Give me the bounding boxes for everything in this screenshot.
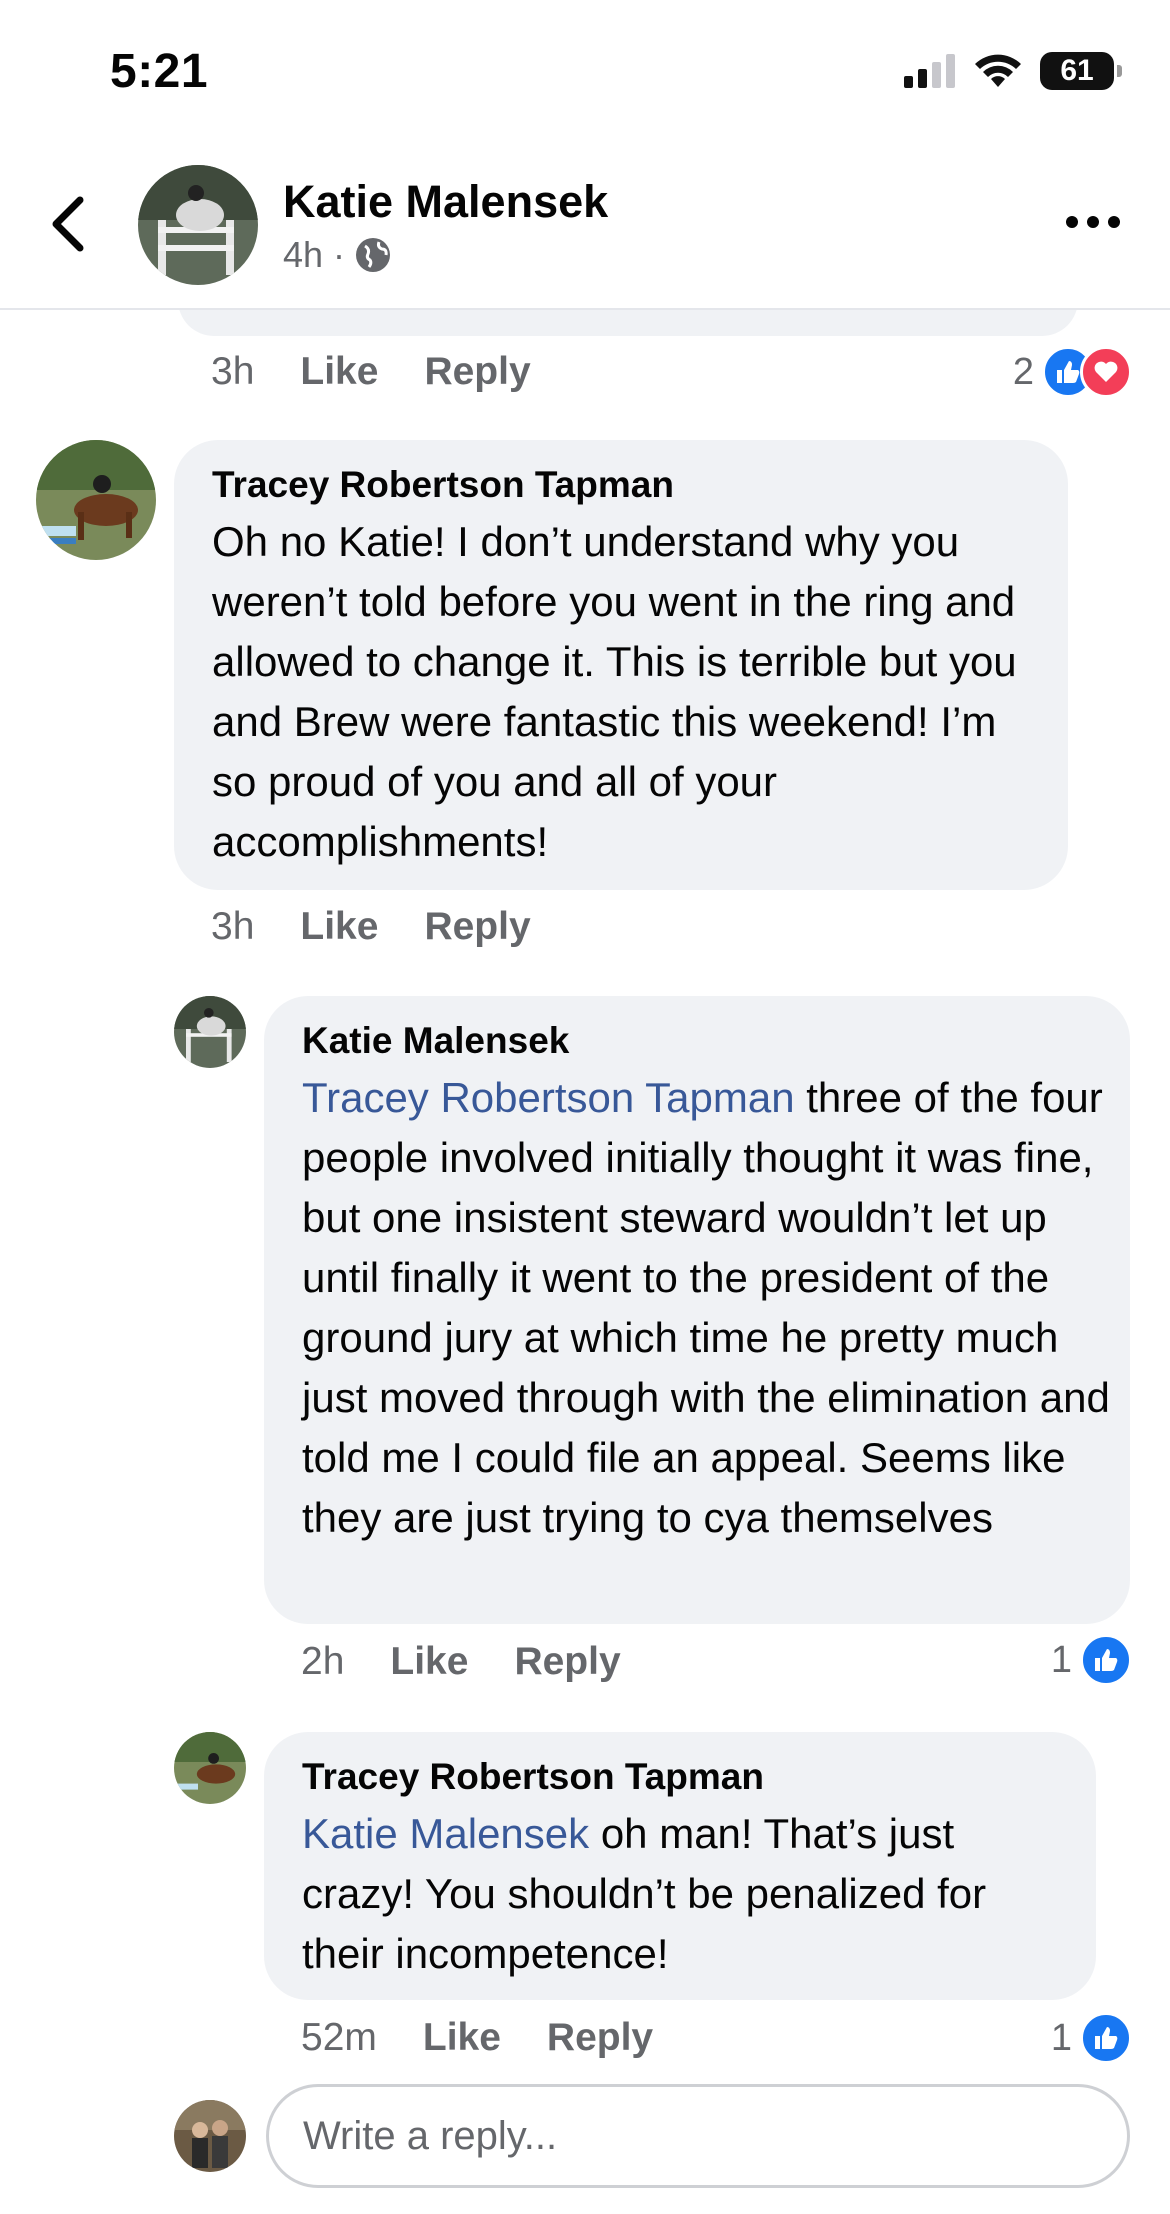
comment-bubble: Tracey Robertson Tapman Katie Malensek o…: [264, 1732, 1096, 2000]
mention-link[interactable]: Katie Malensek: [302, 1810, 589, 1857]
commenter-avatar[interactable]: [174, 996, 246, 1068]
wifi-icon: [975, 54, 1021, 87]
mention-link[interactable]: Tracey Robertson Tapman: [302, 1074, 795, 1121]
reaction-count: 2: [1012, 350, 1034, 393]
reply-button[interactable]: Reply: [424, 905, 530, 949]
status-icons: 61: [904, 52, 1122, 90]
reply-button[interactable]: Reply: [424, 350, 530, 394]
author-name[interactable]: Katie Malensek: [283, 176, 608, 228]
reaction-summary[interactable]: 2: [1013, 346, 1132, 398]
commenter-avatar[interactable]: [174, 1732, 246, 1804]
reply-button[interactable]: Reply: [514, 1640, 620, 1684]
comment-bubble: Tracey Robertson Tapman Oh no Katie! I d…: [174, 440, 1068, 890]
battery-icon: 61: [1040, 52, 1122, 90]
status-time: 5:21: [110, 45, 209, 98]
like-button[interactable]: Like: [300, 905, 378, 949]
more-options-button[interactable]: [1066, 216, 1120, 228]
comment-bubble: Katie Malensek Tracey Robertson Tapman t…: [264, 996, 1130, 1624]
dot: [1087, 216, 1099, 228]
comment-actions: 3h Like Reply: [211, 350, 531, 394]
post-header: Katie Malensek 4h ·: [0, 150, 1170, 310]
reaction-count: 1: [1050, 1638, 1072, 1681]
comment-author[interactable]: Tracey Robertson Tapman: [212, 464, 674, 506]
dot: [1066, 216, 1078, 228]
reaction-summary[interactable]: 1: [1051, 1634, 1132, 1686]
back-arrow-icon[interactable]: [48, 196, 88, 252]
comment-author[interactable]: Tracey Robertson Tapman: [302, 1756, 764, 1798]
globe-icon: [356, 238, 391, 272]
reaction-count: 1: [1050, 2016, 1072, 2059]
love-reaction-icon: [1080, 346, 1132, 398]
commenter-avatar[interactable]: [36, 440, 156, 560]
current-user-avatar: [174, 2100, 246, 2172]
reaction-summary[interactable]: 1: [1051, 2012, 1132, 2064]
meta-separator: ·: [333, 234, 346, 275]
like-reaction-icon: [1080, 1634, 1132, 1686]
comment-time: 3h: [211, 905, 255, 948]
like-reaction-icon: [1080, 2012, 1132, 2064]
author-avatar[interactable]: [138, 165, 258, 285]
comment-actions: 52m Like Reply: [301, 2016, 653, 2060]
post-meta: 4h ·: [283, 234, 391, 276]
comment-author[interactable]: Katie Malensek: [302, 1020, 569, 1062]
comment-actions: 2h Like Reply: [301, 1640, 621, 1684]
reply-input[interactable]: Write a reply...: [266, 2084, 1130, 2188]
comment-body: three of the four people involved initia…: [302, 1074, 1110, 1541]
comment-time: 2h: [301, 1640, 345, 1683]
comment-actions: 3h Like Reply: [211, 905, 531, 949]
comment-text: Katie Malensek oh man! That’s just crazy…: [302, 1804, 1072, 1984]
like-button[interactable]: Like: [300, 350, 378, 394]
post-time: 4h: [283, 234, 324, 275]
comment-time: 3h: [211, 350, 255, 393]
like-button[interactable]: Like: [390, 1640, 468, 1684]
comment-text: Tracey Robertson Tapman three of the fou…: [302, 1068, 1112, 1548]
like-button[interactable]: Like: [423, 2016, 501, 2060]
reply-placeholder: Write a reply...: [303, 2113, 558, 2158]
reply-button[interactable]: Reply: [547, 2016, 653, 2060]
comment-time: 52m: [301, 2016, 377, 2059]
dot: [1108, 216, 1120, 228]
comment-text: Oh no Katie! I don’t understand why you …: [212, 518, 1017, 865]
cellular-signal-icon: [904, 54, 955, 88]
